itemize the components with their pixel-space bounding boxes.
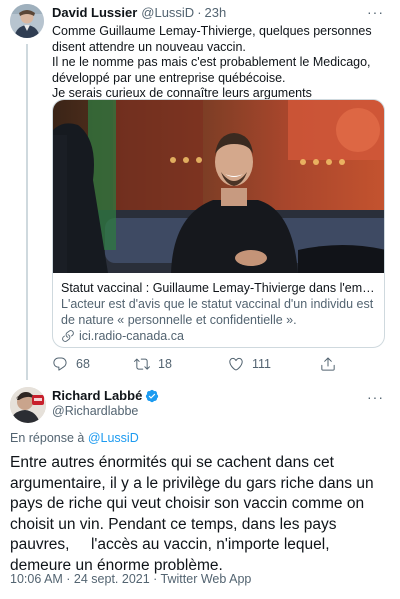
reply-context: En réponse à @LussiD	[10, 431, 139, 445]
tweet-text-line: Comme Guillaume Lemay-Thivierge, quelque…	[52, 24, 372, 38]
tweet-text-line: argumentaire, il y a le privilège du gar…	[10, 474, 374, 492]
author-name[interactable]: David Lussier	[52, 4, 137, 21]
avatar-image	[10, 387, 46, 423]
more-options-button[interactable]: ···	[367, 389, 384, 405]
card-description-line: L'acteur est d'avis que le statut vaccin…	[61, 297, 374, 311]
reply-handle-link[interactable]: @LussiD	[88, 431, 139, 445]
reply-count: 68	[76, 357, 90, 371]
reply-icon	[53, 357, 67, 371]
reply-button[interactable]: 68	[52, 356, 90, 372]
retweet-icon	[134, 358, 150, 370]
avatar-image	[10, 4, 44, 38]
like-count: 111	[252, 357, 272, 371]
thread-connector-line	[26, 44, 28, 380]
separator-dot: ·	[197, 5, 202, 20]
tweet-timestamp[interactable]: 23h	[205, 4, 227, 21]
tweet-actions: 68 18 111	[52, 356, 352, 376]
tweet-text: Entre autres énormités qui se cachent da…	[10, 453, 395, 576]
heart-icon	[229, 357, 243, 371]
tweet-text-line: choisit un vin. Pendant ce temps, dans l…	[10, 515, 337, 533]
tweet-text-line: Il ne le nomme pas mais c'est probableme…	[52, 55, 371, 69]
avatar[interactable]	[10, 4, 44, 38]
author-handle[interactable]: @LussiD	[141, 4, 194, 21]
card-description: L'acteur est d'avis que le statut vaccin…	[61, 296, 379, 328]
focused-tweet: Richard Labbé @Richardlabbe ··· En répon…	[0, 383, 400, 599]
avatar[interactable]	[10, 387, 46, 423]
retweet-count: 18	[158, 357, 172, 371]
author-name[interactable]: Richard Labbé	[52, 388, 142, 404]
author-name-row: Richard Labbé	[52, 388, 159, 404]
tweet-content: David Lussier @LussiD · 23h Comme Guilla…	[52, 4, 388, 102]
tweet-text-line: pauvres, l'accès au vaccin, n'importe le…	[10, 536, 330, 553]
tweet-metadata[interactable]: 10:06 AM · 24 sept. 2021 · Twitter Web A…	[10, 572, 251, 586]
like-button[interactable]: 111	[228, 356, 271, 372]
more-options-button[interactable]: ···	[367, 4, 384, 20]
reply-prefix: En réponse à	[10, 431, 85, 445]
tweet-text-line: disent attendre un nouveau vaccin.	[52, 39, 246, 54]
link-preview-card[interactable]: Statut vaccinal : Guillaume Lemay-Thivie…	[52, 99, 385, 348]
tweet-text-line: pays de riche qui veut choisir son vacci…	[10, 495, 365, 512]
retweet-button[interactable]: 18	[134, 356, 172, 372]
card-domain: ici.radio-canada.ca	[61, 328, 379, 344]
card-description-line: de nature « personnelle et confidentiell…	[61, 313, 297, 327]
author-handle[interactable]: @Richardlabbe	[52, 404, 138, 418]
share-button[interactable]	[320, 356, 344, 372]
verified-badge-icon	[146, 389, 159, 403]
card-domain-text: ici.radio-canada.ca	[79, 329, 184, 343]
card-title: Statut vaccinal : Guillaume Lemay-Thivie…	[61, 281, 379, 295]
card-image	[53, 100, 384, 273]
tweet-text-line: Entre autres énormités qui se cachent da…	[10, 454, 334, 471]
tweet-header: David Lussier @LussiD · 23h	[52, 4, 388, 21]
share-icon	[321, 357, 335, 371]
link-icon	[62, 330, 74, 342]
parent-tweet: David Lussier @LussiD · 23h Comme Guilla…	[0, 0, 400, 383]
card-text: Statut vaccinal : Guillaume Lemay-Thivie…	[61, 280, 379, 344]
tweet-text-line: développé par une entreprise québécoise.	[52, 70, 286, 85]
tweet-text: Comme Guillaume Lemay-Thivierge, quelque…	[52, 24, 388, 102]
